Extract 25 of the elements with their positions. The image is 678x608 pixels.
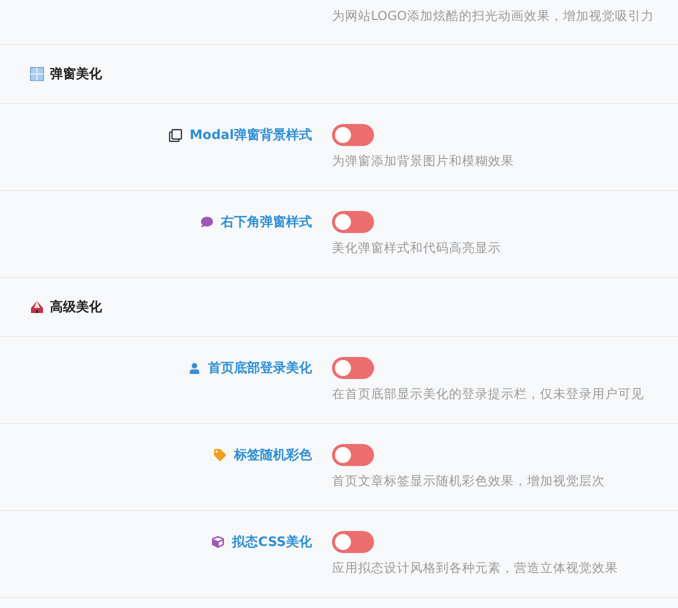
setting-label: 拟态CSS美化 [232, 534, 312, 551]
setting-description: 为网站LOGO添加炫酷的扫光动画效果，增加视觉吸引力 [332, 7, 654, 25]
cube-icon [212, 536, 224, 548]
setting-label: 首页底部登录美化 [208, 360, 312, 377]
section-title: 高级美化 [50, 298, 102, 316]
toggle-switch[interactable] [332, 357, 374, 379]
tag-icon [214, 449, 226, 461]
setting-description: 美化弹窗样式和代码高亮显示 [332, 239, 501, 257]
setting-description: 应用拟态设计风格到各种元素，营造立体视觉效果 [332, 559, 618, 577]
setting-description: 在首页底部显示美化的登录提示栏，仅未登录用户可见 [332, 385, 644, 403]
setting-label: Modal弹窗背景样式 [190, 126, 312, 144]
setting-label: 标签随机彩色 [234, 447, 312, 464]
toggle-switch[interactable] [332, 211, 374, 233]
setting-label: 右下角弹窗样式 [221, 214, 312, 231]
section-title: 弹窗美化 [50, 66, 102, 83]
speech-bubble-icon [201, 216, 213, 228]
window-grid-icon [30, 67, 44, 81]
setting-description: 为弹窗添加背景图片和模糊效果 [332, 152, 514, 170]
user-icon [189, 362, 200, 374]
clone-icon [168, 128, 182, 142]
toggle-switch[interactable] [332, 531, 374, 553]
tent-icon [30, 300, 44, 314]
toggle-switch[interactable] [332, 124, 374, 146]
toggle-switch[interactable] [332, 444, 374, 466]
setting-description: 首页文章标签显示随机彩色效果，增加视觉层次 [332, 472, 605, 490]
